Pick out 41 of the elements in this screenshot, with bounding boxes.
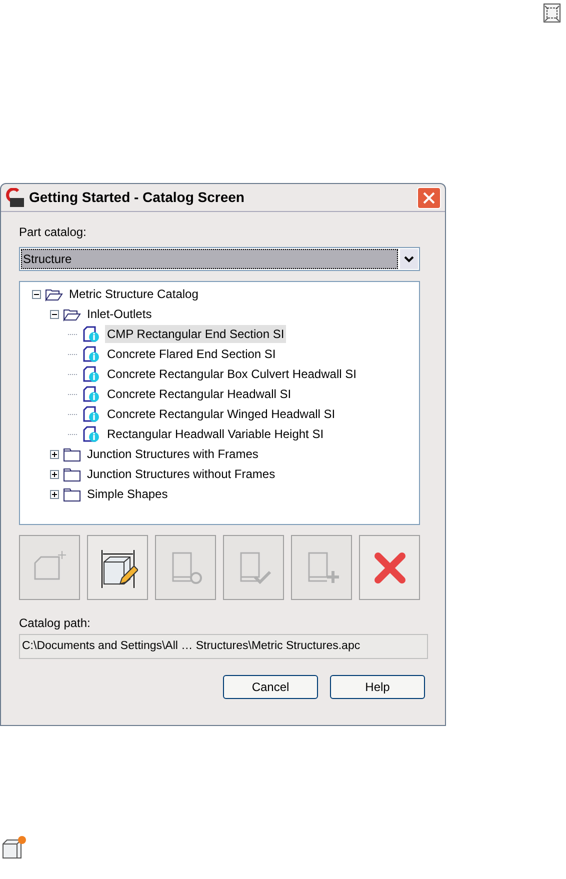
tree-item[interactable]: Simple Shapes xyxy=(85,485,170,503)
toolbar-button[interactable] xyxy=(87,535,148,600)
part-info-icon xyxy=(81,425,101,443)
selection-window-icon[interactable] xyxy=(543,3,561,23)
window-title: Getting Started - Catalog Screen xyxy=(29,188,246,207)
part-info-icon xyxy=(81,405,101,423)
part-info-icon xyxy=(81,385,101,403)
tree-item[interactable]: Concrete Flared End Section SI xyxy=(105,345,278,363)
tree-item[interactable]: Concrete Rectangular Headwall SI xyxy=(105,385,294,403)
tree-item[interactable]: Inlet-Outlets xyxy=(85,305,154,323)
app-logo-icon xyxy=(5,188,25,208)
tree-item[interactable]: Rectangular Headwall Variable Height SI xyxy=(105,425,326,443)
dropdown-caret-icon[interactable] xyxy=(400,249,418,269)
folder-icon xyxy=(63,466,81,482)
expand-icon[interactable] xyxy=(50,450,59,458)
part-info-icon xyxy=(81,365,101,383)
folder-icon xyxy=(63,486,81,502)
dialog-button[interactable]: Help xyxy=(330,675,425,699)
delete-icon xyxy=(372,550,408,586)
tree-item[interactable]: Concrete Rectangular Winged Headwall SI xyxy=(105,405,338,423)
collapse-icon[interactable] xyxy=(32,290,41,298)
part-info-icon xyxy=(81,325,101,343)
open-folder-icon xyxy=(45,286,63,302)
part-catalog-dropdown[interactable]: Structure xyxy=(21,249,398,269)
tree-item[interactable]: Concrete Rectangular Box Culvert Headwall SI xyxy=(105,365,358,383)
close-icon xyxy=(423,192,435,204)
dialog-button[interactable]: Cancel xyxy=(223,675,318,699)
catalog-path-field[interactable]: C:\Documents and Settings\All … Structures\Metric Structures.apc xyxy=(19,634,428,659)
tree-item[interactable]: Junction Structures with Frames xyxy=(85,445,260,463)
collapse-icon[interactable] xyxy=(50,310,59,318)
tree-item[interactable]: Metric Structure Catalog xyxy=(67,285,200,303)
part-catalog-label: Part catalog: xyxy=(19,224,88,241)
catalog-path-label: Catalog path: xyxy=(19,615,92,632)
open-folder-icon xyxy=(63,306,81,322)
expand-icon[interactable] xyxy=(50,490,59,498)
close-button[interactable] xyxy=(417,186,441,208)
folder-icon xyxy=(63,446,81,462)
tree-item[interactable]: CMP Rectangular End Section SI xyxy=(105,325,286,343)
tree-item[interactable]: Junction Structures without Frames xyxy=(85,465,278,483)
part-info-icon xyxy=(81,345,101,363)
expand-icon[interactable] xyxy=(50,470,59,478)
